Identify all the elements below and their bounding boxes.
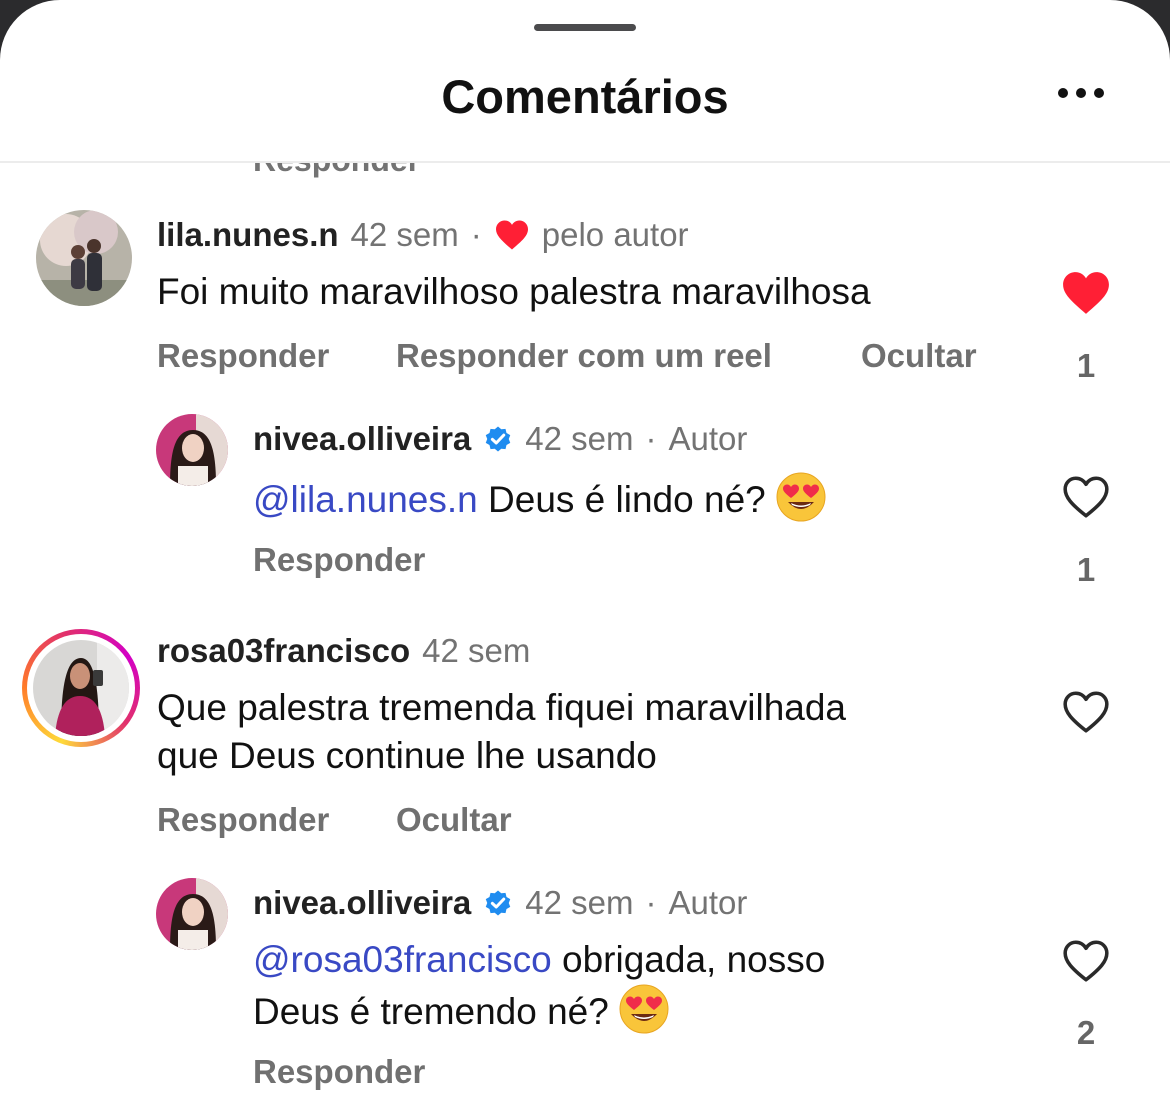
reply-username[interactable]: nivea.olliveira bbox=[253, 419, 471, 459]
like-heart-outline-icon[interactable] bbox=[1061, 938, 1111, 984]
reply-username[interactable]: nivea.olliveira bbox=[253, 883, 471, 923]
reply-button[interactable]: Responder bbox=[253, 1052, 425, 1092]
reply-text-body: Deus é tremendo né? bbox=[253, 991, 609, 1032]
mention-link[interactable]: @lila.nunes.n bbox=[253, 479, 478, 520]
like-count: 2 bbox=[1076, 1014, 1096, 1051]
reply-button[interactable]: Responder bbox=[157, 336, 329, 376]
sheet-grabber[interactable] bbox=[534, 24, 636, 31]
author-tag: Autor bbox=[668, 420, 748, 457]
reply-time: 42 sem bbox=[525, 420, 634, 457]
comment-time: 42 sem bbox=[350, 216, 459, 253]
reply-text-line: Deus é tremendo né? bbox=[253, 984, 669, 1036]
header-mask bbox=[0, 120, 1170, 161]
like-count: 1 bbox=[1076, 551, 1096, 588]
story-ring-avatar[interactable] bbox=[22, 629, 140, 747]
comment-text: Foi muito maravilhoso palestra maravilho… bbox=[157, 271, 871, 312]
like-heart-icon[interactable] bbox=[1061, 270, 1111, 316]
heart-eyes-emoji-icon bbox=[776, 472, 826, 522]
reply-button[interactable]: Responder bbox=[253, 540, 425, 580]
comment-text-line: Que palestra tremenda fiquei maravilhada bbox=[157, 687, 846, 728]
avatar[interactable] bbox=[156, 878, 228, 950]
comment-time: 42 sem bbox=[422, 632, 531, 669]
reply-text: @lila.nunes.n Deus é lindo né? bbox=[253, 472, 826, 524]
comment-username[interactable]: rosa03francisco bbox=[157, 631, 410, 671]
comments-sheet: Comentários Responder lila.nunes.n 42 se… bbox=[0, 0, 1170, 1120]
verified-badge-icon bbox=[486, 890, 511, 916]
reply-text-body: Deus é lindo né? bbox=[477, 479, 766, 520]
author-tag: Autor bbox=[668, 884, 748, 921]
liked-by-author-label: pelo autor bbox=[541, 216, 689, 253]
hide-button[interactable]: Ocultar bbox=[861, 336, 977, 376]
more-options-icon[interactable] bbox=[1058, 88, 1114, 106]
page-title: Comentários bbox=[441, 70, 729, 123]
avatar[interactable] bbox=[156, 414, 228, 486]
separator-dot: · bbox=[645, 420, 657, 457]
heart-eyes-emoji-icon bbox=[619, 984, 669, 1034]
separator-dot: · bbox=[645, 884, 657, 921]
header-divider bbox=[0, 161, 1170, 163]
like-heart-outline-icon[interactable] bbox=[1061, 474, 1111, 520]
reply-time: 42 sem bbox=[525, 884, 634, 921]
hide-button[interactable]: Ocultar bbox=[396, 800, 512, 840]
verified-badge-icon bbox=[486, 426, 511, 452]
small-heart-icon bbox=[495, 220, 528, 250]
comment-text-line: que Deus continue lhe usando bbox=[157, 735, 657, 776]
reply-text-body: obrigada, nosso bbox=[551, 939, 826, 980]
avatar[interactable] bbox=[36, 210, 132, 306]
reply-button[interactable]: Responder bbox=[157, 800, 329, 840]
comment-username[interactable]: lila.nunes.n bbox=[157, 215, 339, 255]
mention-link[interactable]: @rosa03francisco bbox=[253, 939, 552, 980]
reply-with-reel-button[interactable]: Responder com um reel bbox=[396, 336, 772, 376]
like-heart-outline-icon[interactable] bbox=[1061, 689, 1111, 735]
reply-text-line: @rosa03francisco obrigada, nosso bbox=[253, 936, 825, 984]
separator-dot: · bbox=[470, 216, 482, 253]
like-count: 1 bbox=[1076, 347, 1096, 384]
